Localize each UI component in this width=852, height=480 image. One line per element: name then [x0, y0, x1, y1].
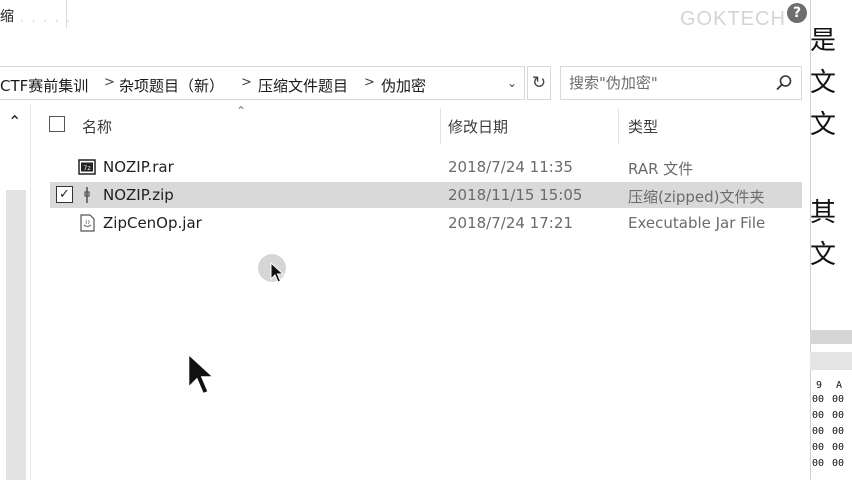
breadcrumb-misc[interactable]: 杂项题目（新） — [119, 75, 224, 96]
hex-value: 00 — [812, 426, 825, 437]
sort-ascending-icon: ⌃ — [236, 104, 247, 118]
background-text: 文 — [810, 240, 837, 270]
column-separator[interactable] — [440, 108, 441, 144]
background-text: 文 — [810, 68, 837, 98]
file-type: Executable Jar File — [628, 214, 766, 232]
file-name[interactable]: NOZIP.rar — [103, 158, 174, 176]
file-row-selected[interactable]: ✓ NOZIP.zip 2018/11/15 15:05 压缩(zipped)文… — [50, 182, 802, 208]
refresh-button[interactable]: ↻ — [527, 66, 551, 100]
hex-value: 00 — [812, 442, 825, 453]
scroll-up-icon[interactable]: ⌃ — [8, 112, 21, 131]
column-header-name[interactable]: 名称 — [82, 116, 112, 137]
background-text: 其 — [810, 198, 837, 228]
file-row[interactable]: 7z NOZIP.rar 2018/7/24 11:35 RAR 文件 — [50, 154, 802, 180]
select-all-checkbox[interactable] — [49, 116, 65, 132]
background-text: 是 — [810, 26, 837, 56]
row-checkbox[interactable]: ✓ — [56, 186, 73, 203]
nav-scrollbar[interactable] — [6, 190, 26, 480]
search-box[interactable] — [560, 66, 802, 100]
breadcrumb-fake-encryption[interactable]: 伪加密 — [381, 75, 426, 96]
chevron-right-icon[interactable]: > — [104, 75, 115, 90]
column-header-modified[interactable]: 修改日期 — [448, 116, 508, 137]
chevron-right-icon[interactable]: > — [241, 75, 252, 90]
help-icon[interactable]: ? — [787, 3, 807, 23]
rar-file-icon: 7z — [78, 159, 96, 175]
file-type: 压缩(zipped)文件夹 — [628, 188, 765, 206]
pane-divider[interactable] — [30, 104, 31, 480]
window-title: 缩 — [0, 9, 14, 25]
file-name[interactable]: NOZIP.zip — [103, 186, 174, 204]
hex-header: A — [836, 380, 843, 391]
hex-value: 00 — [832, 442, 845, 453]
search-icon[interactable] — [775, 74, 793, 92]
chevron-right-icon[interactable]: > — [364, 75, 375, 90]
background-toolbar — [810, 330, 852, 344]
search-input[interactable] — [569, 74, 769, 92]
background-text: 文 — [810, 110, 837, 140]
file-modified: 2018/7/24 17:21 — [448, 214, 573, 232]
hex-value: 00 — [812, 458, 825, 469]
jar-file-icon — [80, 214, 95, 232]
hex-value: 00 — [832, 458, 845, 469]
hex-value: 00 — [832, 410, 845, 421]
address-bar[interactable]: CTF赛前集训 > 杂项题目（新） > 压缩文件题目 > 伪加密 — [0, 66, 525, 100]
breadcrumb-ctf[interactable]: CTF赛前集训 — [0, 75, 88, 96]
zip-file-icon — [84, 187, 90, 203]
mouse-pointer-icon — [270, 262, 284, 283]
hex-header: 9 — [816, 380, 823, 391]
ghost-artifact: · · · · · — [20, 14, 73, 28]
file-modified: 2018/7/24 11:35 — [448, 158, 573, 176]
file-row[interactable]: ZipCenOp.jar 2018/7/24 17:21 Executable … — [50, 210, 802, 236]
background-toolbar — [810, 352, 852, 370]
hex-value: 00 — [812, 410, 825, 421]
breadcrumb-zip-problems[interactable]: 压缩文件题目 — [258, 75, 348, 96]
column-header-type[interactable]: 类型 — [628, 116, 658, 137]
hex-value: 00 — [832, 426, 845, 437]
column-separator[interactable] — [618, 108, 619, 144]
mouse-pointer-icon — [187, 352, 216, 395]
file-type: RAR 文件 — [628, 160, 694, 178]
watermark: GOKTECH — [680, 8, 786, 30]
chevron-down-icon[interactable]: ⌄ — [501, 66, 523, 100]
file-name[interactable]: ZipCenOp.jar — [103, 214, 202, 232]
svg-text:7z: 7z — [83, 164, 91, 172]
hex-value: 00 — [832, 394, 845, 405]
file-modified: 2018/11/15 15:05 — [448, 186, 583, 204]
hex-value: 00 — [812, 394, 825, 405]
